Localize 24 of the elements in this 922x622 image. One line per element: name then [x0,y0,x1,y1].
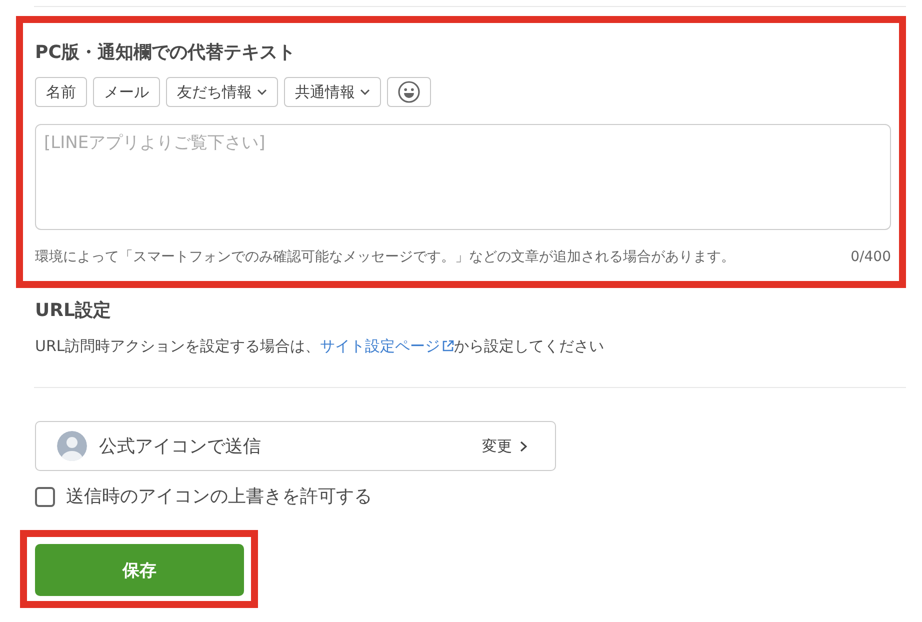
chevron-down-icon [360,89,370,95]
url-settings-description: URL訪問時アクションを設定する場合は、サイト設定ページ から設定してください [35,335,605,357]
chevron-right-icon [520,440,527,452]
chevron-down-icon [257,89,267,95]
site-settings-link[interactable]: サイト設定ページ [320,335,454,357]
sender-icon-label: 公式アイコンで送信 [99,435,262,458]
alt-text-field[interactable]: [LINEアプリよりご覧下さい] [35,124,891,230]
helper-text: 環境によって「スマートフォンでのみ確認可能なメッセージです。」などの文章が追加される場合があります。 [35,248,735,267]
section-title: URL設定 [35,299,112,323]
checkbox-label: 送信時のアイコンの上書きを許可する [66,486,372,508]
smiley-icon [398,81,420,103]
change-button[interactable]: 変更 [482,436,527,456]
insert-button[interactable]: メール [93,77,160,107]
character-counter: 0/400 [850,248,891,267]
save-button[interactable]: 保存 [35,544,244,596]
sender-icon-card[interactable]: 公式アイコンで送信 変更 [35,421,556,471]
emoji-button[interactable] [387,77,431,107]
insert-dropdown-button[interactable]: 共通情報 [284,77,381,107]
checkbox[interactable] [35,487,55,507]
external-link-icon [442,340,454,352]
avatar-icon [57,431,87,461]
insert-button[interactable]: 名前 [35,77,87,107]
insert-dropdown-button[interactable]: 友だち情報 [166,77,278,107]
section-title: PC版・通知欄での代替テキスト [35,41,296,65]
